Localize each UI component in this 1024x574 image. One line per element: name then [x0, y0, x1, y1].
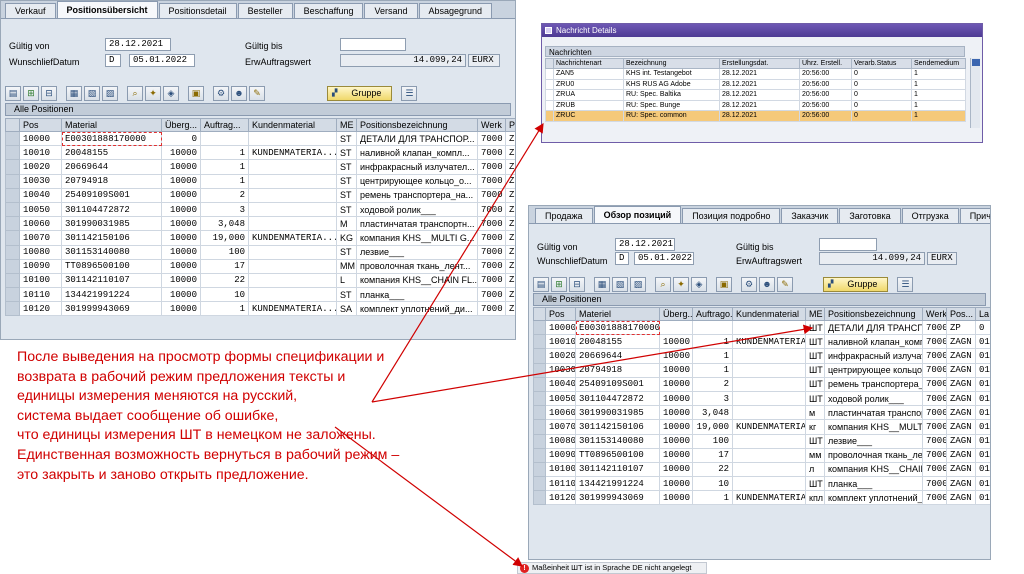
arrow-to-status-bar	[334, 426, 523, 567]
arrow-to-message-window	[371, 122, 544, 403]
arrow-to-unit-column	[371, 324, 814, 403]
annotation-arrows	[334, 122, 814, 567]
